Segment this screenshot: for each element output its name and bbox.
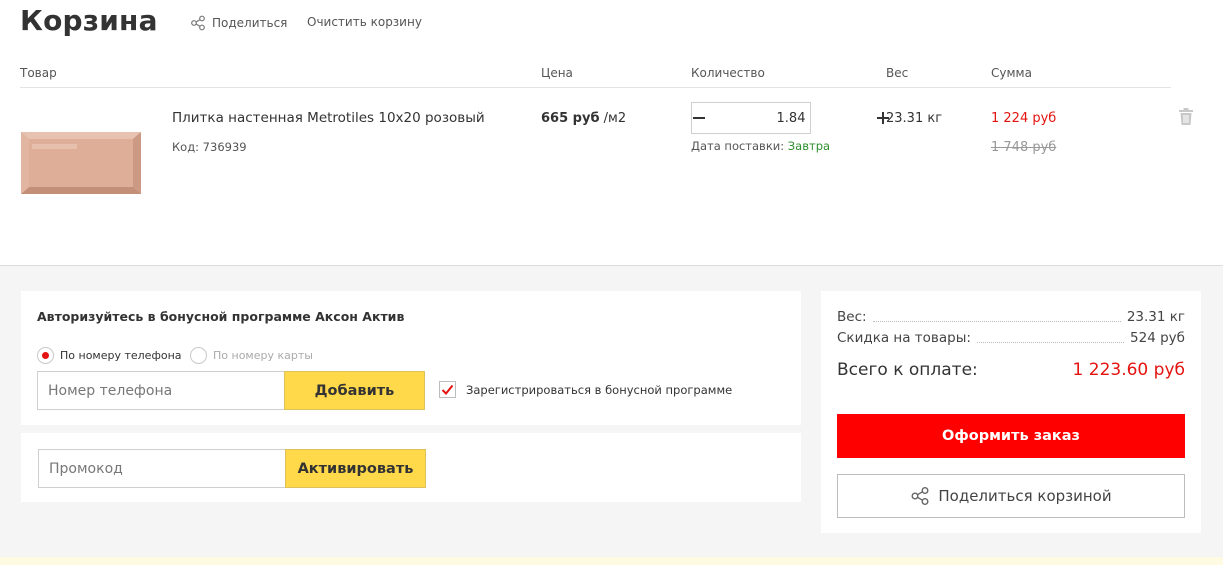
checkout-button[interactable]: Оформить заказ [837, 414, 1185, 458]
column-header-product: Товар [20, 66, 57, 80]
radio-by-phone[interactable]: По номеру телефона [37, 347, 182, 364]
dotted-leader [872, 321, 1121, 322]
dotted-leader [976, 342, 1125, 343]
summary-total-row: Всего к оплате: 1 223.60 руб [837, 360, 1185, 380]
product-name-link[interactable]: Плитка настенная Metrotiles 10x20 розовы… [172, 110, 485, 126]
column-header-price: Цена [541, 66, 573, 80]
clear-cart-link[interactable]: Очистить корзину [307, 15, 422, 29]
promo-code-input[interactable] [38, 449, 286, 488]
product-price: 665 руб /м2 [541, 111, 626, 126]
activate-promo-button[interactable]: Активировать [285, 449, 426, 488]
delete-item-button[interactable] [1178, 108, 1194, 126]
radio-phone-label: По номеру телефона [60, 349, 182, 362]
add-phone-button[interactable]: Добавить [284, 371, 425, 410]
delivery-value: Завтра [787, 139, 831, 153]
share-link-label: Поделиться [212, 16, 288, 30]
share-icon [191, 15, 205, 31]
bonus-program-panel: Авторизуйтесь в бонусной программе Аксон… [21, 291, 801, 425]
item-weight: 23.31 кг [886, 111, 943, 126]
product-image[interactable] [20, 104, 142, 216]
summary-weight-label: Вес: [837, 309, 867, 325]
order-summary-panel: Вес: 23.31 кг Скидка на товары: 524 руб … [821, 291, 1201, 533]
price-unit: /м2 [599, 111, 627, 126]
radio-phone-circle [37, 347, 54, 364]
checkbox-box [439, 381, 456, 398]
cart-panel: Корзина Поделиться Очистить корзину Това… [0, 0, 1223, 266]
promo-code-panel: Активировать [21, 433, 801, 502]
radio-card-label: По номеру карты [213, 349, 313, 362]
checkmark-icon [441, 384, 454, 395]
quantity-stepper [691, 102, 889, 134]
column-header-weight: Вес [886, 66, 909, 80]
total-label: Всего к оплате: [837, 360, 978, 380]
share-cart-button[interactable]: Поделиться корзиной [837, 474, 1185, 518]
column-header-quantity: Количество [691, 66, 765, 80]
delivery-label: Дата поставки: [691, 139, 788, 153]
radio-selected-dot [42, 352, 49, 359]
page-title: Корзина [20, 4, 158, 37]
summary-weight-value: 23.31 кг [1126, 309, 1185, 325]
item-sum: 1 224 руб [991, 111, 1057, 126]
decrease-quantity-button[interactable] [692, 103, 706, 133]
quantity-input[interactable] [706, 103, 876, 133]
register-bonus-checkbox[interactable]: Зарегистрироваться в бонусной программе [439, 381, 732, 398]
delivery-date: Дата поставки: Завтра [691, 139, 830, 153]
summary-discount-row: Скидка на товары: 524 руб [837, 330, 1185, 346]
share-link[interactable]: Поделиться [190, 15, 287, 31]
register-bonus-label: Зарегистрироваться в бонусной программе [466, 382, 733, 397]
summary-weight-row: Вес: 23.31 кг [837, 309, 1185, 325]
bottom-banner-strip [0, 557, 1223, 565]
summary-discount-value: 524 руб [1130, 330, 1185, 346]
share-cart-label: Поделиться корзиной [938, 487, 1112, 505]
radio-card-circle [190, 347, 207, 364]
item-old-sum: 1 748 руб [991, 140, 1057, 155]
column-header-sum: Сумма [991, 66, 1032, 80]
trash-icon [1179, 108, 1193, 125]
product-code: Код: 736939 [172, 140, 247, 154]
share-icon [911, 487, 929, 505]
phone-number-input[interactable] [37, 371, 285, 410]
summary-discount-label: Скидка на товары: [837, 330, 971, 346]
radio-by-card[interactable]: По номеру карты [190, 347, 313, 364]
table-header: Товар Цена Количество Вес Сумма [20, 66, 1171, 88]
minus-icon [693, 117, 705, 119]
bonus-title: Авторизуйтесь в бонусной программе Аксон… [37, 309, 405, 324]
price-value: 665 руб [541, 111, 600, 126]
total-value: 1 223.60 руб [1072, 360, 1185, 380]
